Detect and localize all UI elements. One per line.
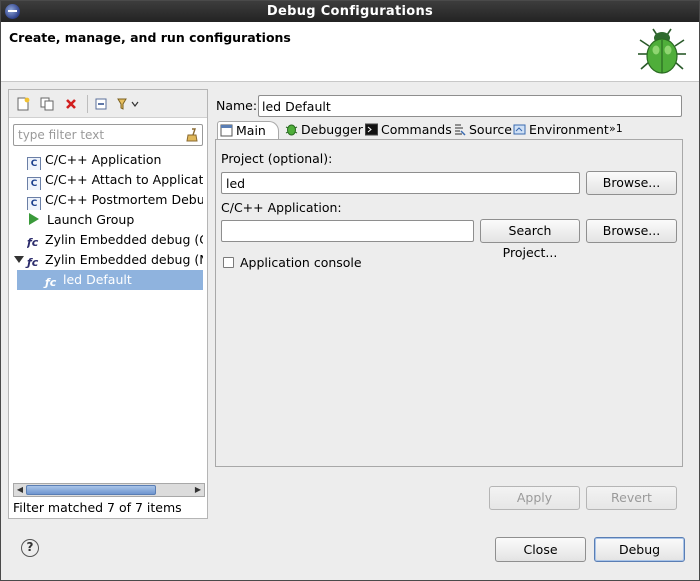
c-application-icon: C bbox=[27, 157, 41, 170]
close-button[interactable]: Close bbox=[495, 537, 586, 562]
revert-button[interactable]: Revert bbox=[586, 486, 677, 510]
project-browse-button[interactable]: Browse... bbox=[586, 171, 677, 195]
delete-icon[interactable] bbox=[63, 96, 79, 112]
tree-toolbar bbox=[9, 90, 207, 118]
project-label: Project (optional): bbox=[221, 151, 333, 166]
bug-icon bbox=[638, 28, 686, 74]
environment-tab-icon bbox=[513, 124, 526, 135]
expanded-arrow-icon[interactable] bbox=[14, 256, 24, 263]
filter-status: Filter matched 7 of 7 items bbox=[13, 500, 182, 515]
tree-horizontal-scrollbar[interactable]: ◀ ▶ bbox=[13, 483, 205, 497]
scroll-right-icon[interactable]: ▶ bbox=[192, 484, 204, 496]
zylin-icon: ƒc bbox=[27, 256, 39, 269]
title-bar[interactable]: Debug Configurations bbox=[1, 1, 699, 22]
tab-environment[interactable]: Environment bbox=[511, 121, 609, 140]
tree-item-label: C/C++ Postmortem Debugger bbox=[45, 192, 203, 207]
help-icon[interactable]: ? bbox=[21, 539, 39, 557]
clear-filter-icon[interactable] bbox=[184, 128, 198, 142]
c-postmortem-icon: C bbox=[27, 197, 41, 210]
configuration-tabs: Main Debugger Commands Source Environmen… bbox=[217, 121, 683, 141]
debug-button[interactable]: Debug bbox=[594, 537, 685, 562]
tree-item-label: Launch Group bbox=[47, 212, 135, 227]
c-attach-icon: C bbox=[27, 177, 41, 190]
scroll-left-icon[interactable]: ◀ bbox=[14, 484, 26, 496]
tree-item-c-application[interactable]: C C/C++ Application bbox=[27, 150, 203, 170]
tree-item-label: Zylin Embedded debug (Cygwin) bbox=[45, 232, 203, 247]
main-tab-icon bbox=[220, 124, 233, 137]
tree-item-led-default[interactable]: ƒc led Default bbox=[17, 270, 203, 290]
scrollbar-thumb[interactable] bbox=[26, 485, 156, 495]
tree-item-label: Zylin Embedded debug (Native) bbox=[45, 252, 203, 267]
configuration-tree-panel: C C/C++ Application C C/C++ Attach to Appl… bbox=[8, 89, 208, 519]
zylin-config-icon: ƒc bbox=[45, 276, 57, 289]
tree-item-label: led Default bbox=[63, 272, 132, 287]
tab-main[interactable]: Main bbox=[217, 121, 279, 141]
application-label: C/C++ Application: bbox=[221, 200, 342, 215]
apply-button[interactable]: Apply bbox=[489, 486, 580, 510]
tab-overflow-chevron[interactable]: »1 bbox=[609, 122, 623, 135]
application-console-checkbox[interactable] bbox=[223, 257, 234, 268]
duplicate-icon[interactable] bbox=[39, 96, 55, 112]
tree-item-zylin-cygwin[interactable]: ƒc Zylin Embedded debug (Cygwin) bbox=[27, 230, 203, 250]
zylin-icon: ƒc bbox=[27, 236, 39, 249]
toolbar-separator bbox=[87, 95, 88, 113]
name-label: Name: bbox=[216, 98, 258, 113]
search-project-button[interactable]: Search Project... bbox=[480, 219, 580, 260]
debug-configurations-window: Debug Configurations Create, manage, and… bbox=[0, 0, 700, 581]
source-tab-icon bbox=[455, 124, 466, 136]
application-input[interactable] bbox=[221, 220, 474, 242]
application-console-label: Application console bbox=[240, 255, 362, 270]
new-configuration-icon[interactable] bbox=[15, 96, 31, 112]
filter-menu-icon[interactable] bbox=[115, 96, 141, 112]
banner-heading: Create, manage, and run configurations bbox=[9, 30, 291, 45]
tab-commands[interactable]: Commands bbox=[363, 121, 452, 140]
tree-item-launch-group[interactable]: Launch Group bbox=[27, 210, 203, 230]
debugger-tab-icon bbox=[285, 124, 298, 136]
tree-item-label: C/C++ Application bbox=[45, 152, 162, 167]
tab-debugger[interactable]: Debugger bbox=[283, 121, 363, 140]
tree-item-label: C/C++ Attach to Application bbox=[45, 172, 203, 187]
application-browse-button[interactable]: Browse... bbox=[586, 219, 677, 243]
tree-item-zylin-native[interactable]: ƒc Zylin Embedded debug (Native) bbox=[13, 250, 203, 270]
tree-item-c-attach[interactable]: C C/C++ Attach to Application bbox=[27, 170, 203, 190]
collapse-all-icon[interactable] bbox=[93, 96, 109, 112]
header-banner: Create, manage, and run configurations bbox=[1, 22, 699, 82]
tree-item-c-postmortem[interactable]: C C/C++ Postmortem Debugger bbox=[27, 190, 203, 210]
tab-source[interactable]: Source bbox=[451, 121, 512, 140]
name-input[interactable] bbox=[258, 95, 682, 117]
launch-group-icon bbox=[29, 213, 39, 225]
window-title: Debug Configurations bbox=[266, 4, 434, 19]
filter-field[interactable] bbox=[13, 124, 203, 146]
filter-input[interactable] bbox=[18, 127, 178, 143]
project-input[interactable] bbox=[221, 172, 580, 194]
commands-tab-icon bbox=[365, 123, 378, 136]
